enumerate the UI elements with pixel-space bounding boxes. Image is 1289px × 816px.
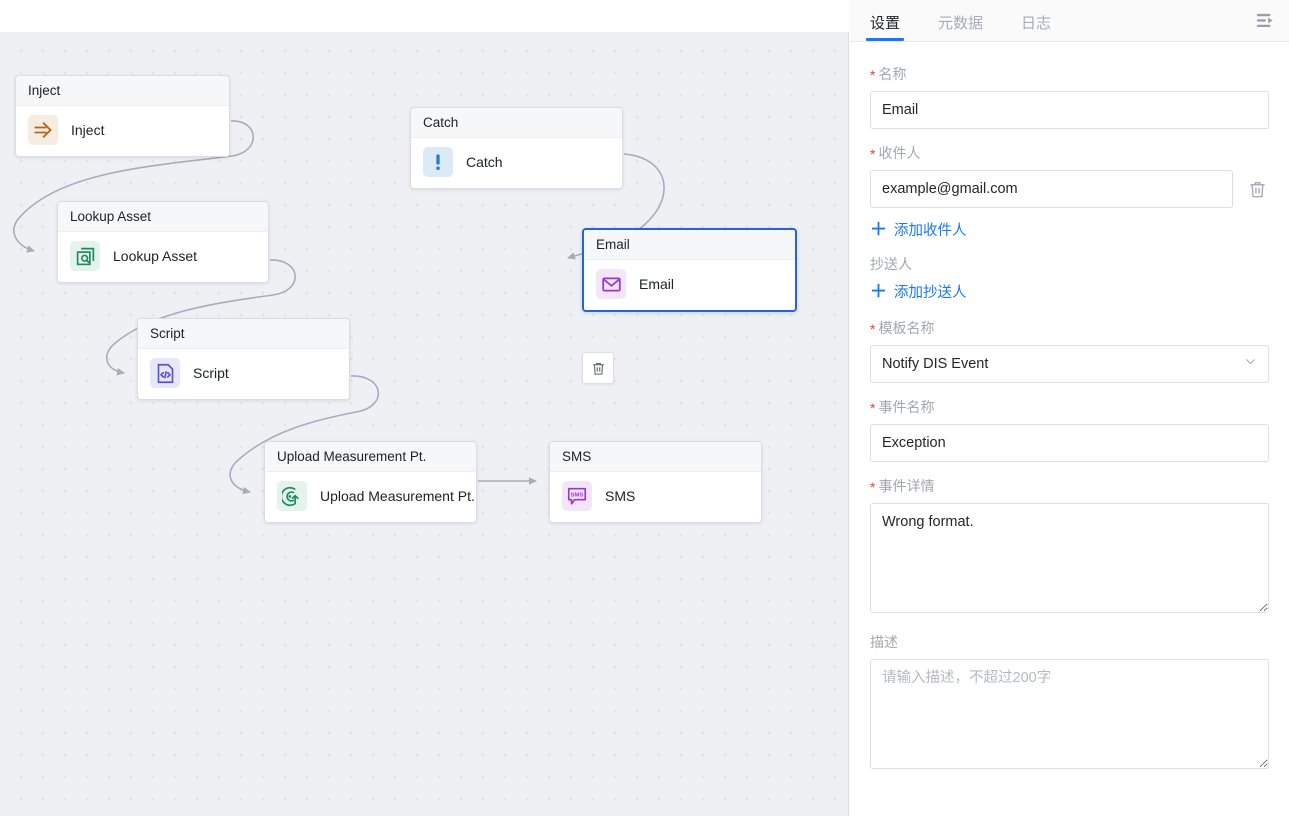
required-marker: * <box>870 401 875 415</box>
description-textarea[interactable] <box>870 659 1269 769</box>
svg-text:SMS: SMS <box>571 492 584 498</box>
label-text: 收件人 <box>878 143 920 163</box>
flow-node-email[interactable]: Email Email <box>582 228 797 312</box>
flow-node-label: Catch <box>466 154 503 170</box>
email-envelope-icon <box>596 269 626 299</box>
template-select-value[interactable] <box>870 345 1269 383</box>
flow-node-body: SMS SMS <box>550 472 761 522</box>
event-name-input[interactable] <box>870 424 1269 462</box>
upload-measurement-icon <box>277 481 307 511</box>
settings-panel: 设置 元数据 日志 * 名称 <box>850 0 1289 816</box>
add-recipient-button[interactable]: ＋ 添加收件人 <box>870 219 1269 240</box>
flow-node-title: Email <box>584 230 795 260</box>
label-text: 名称 <box>878 64 906 84</box>
required-marker: * <box>870 480 875 494</box>
event-detail-textarea[interactable]: Wrong format. <box>870 503 1269 613</box>
label-text: 模板名称 <box>878 318 934 338</box>
flow-node-title: Lookup Asset <box>58 202 268 232</box>
panel-collapse-icon[interactable] <box>1251 7 1279 35</box>
tab-logs[interactable]: 日志 <box>1013 16 1059 41</box>
sms-bubble-icon: SMS <box>562 481 592 511</box>
plus-icon: ＋ <box>870 283 887 300</box>
field-event-detail-label: * 事件详情 <box>870 476 1269 496</box>
delete-node-button[interactable] <box>582 352 614 384</box>
label-text: 描述 <box>870 632 898 652</box>
flow-node-title: Catch <box>411 108 622 138</box>
add-cc-label: 添加抄送人 <box>894 281 967 302</box>
flow-canvas[interactable]: Inject Inject Lookup Asset <box>0 32 849 816</box>
field-description: 描述 <box>870 632 1269 774</box>
field-template: * 模板名称 <box>870 318 1269 383</box>
field-recipients: * 收件人 ＋ 添加收件人 <box>870 143 1269 240</box>
required-marker: * <box>870 322 875 336</box>
field-cc: 抄送人 ＋ 添加抄送人 <box>870 254 1269 302</box>
flow-node-inject[interactable]: Inject Inject <box>15 75 230 157</box>
inject-arrow-icon <box>28 115 58 145</box>
add-cc-button[interactable]: ＋ 添加抄送人 <box>870 281 1269 302</box>
flow-node-label: Inject <box>71 122 104 138</box>
flow-node-body: Lookup Asset <box>58 232 268 282</box>
tab-metadata[interactable]: 元数据 <box>930 16 991 41</box>
flow-node-body: Script <box>138 349 349 399</box>
settings-form: * 名称 * 收件人 <box>850 42 1289 816</box>
tab-settings[interactable]: 设置 <box>862 16 908 41</box>
field-name-label: * 名称 <box>870 64 1269 84</box>
field-event-detail: * 事件详情 Wrong format. <box>870 476 1269 618</box>
field-description-label: 描述 <box>870 632 1269 652</box>
flow-node-sms[interactable]: SMS SMS SMS <box>549 441 762 523</box>
flow-node-label: Email <box>639 276 674 292</box>
field-template-label: * 模板名称 <box>870 318 1269 338</box>
field-event-name-label: * 事件名称 <box>870 397 1269 417</box>
flow-node-label: SMS <box>605 488 635 504</box>
flow-node-upload-measurement[interactable]: Upload Measurement Pt. Upload Measuremen… <box>264 441 477 523</box>
recipient-row <box>870 170 1269 208</box>
flow-node-catch[interactable]: Catch Catch <box>410 107 623 189</box>
add-recipient-label: 添加收件人 <box>894 219 967 240</box>
flow-node-script[interactable]: Script Script <box>137 318 350 400</box>
flow-node-title: Inject <box>16 76 229 106</box>
label-text: 抄送人 <box>870 254 912 274</box>
flow-node-label: Script <box>193 365 229 381</box>
flow-node-body: Inject <box>16 106 229 156</box>
flow-node-label: Lookup Asset <box>113 248 197 264</box>
flow-node-title: Upload Measurement Pt. <box>265 442 476 472</box>
workflow-editor: Inject Inject Lookup Asset <box>0 0 1289 816</box>
recipient-input[interactable] <box>870 170 1233 208</box>
flow-node-title: SMS <box>550 442 761 472</box>
flow-node-body: Email <box>584 260 795 310</box>
catch-exclamation-icon <box>423 147 453 177</box>
template-select[interactable] <box>870 345 1269 383</box>
required-marker: * <box>870 68 875 82</box>
flow-node-lookup-asset[interactable]: Lookup Asset Lookup Asset <box>57 201 269 283</box>
field-event-name: * 事件名称 <box>870 397 1269 462</box>
flow-node-body: Catch <box>411 138 622 188</box>
flow-canvas-area: Inject Inject Lookup Asset <box>0 0 850 816</box>
label-text: 事件详情 <box>878 476 934 496</box>
label-text: 事件名称 <box>878 397 934 417</box>
flow-node-label: Upload Measurement Pt. <box>320 488 475 504</box>
flow-node-body: Upload Measurement Pt. <box>265 472 476 522</box>
name-input[interactable] <box>870 91 1269 129</box>
script-code-icon <box>150 358 180 388</box>
lookup-asset-icon <box>70 241 100 271</box>
flow-node-title: Script <box>138 319 349 349</box>
panel-tab-bar: 设置 元数据 日志 <box>850 0 1289 42</box>
field-cc-label: 抄送人 <box>870 254 1269 274</box>
plus-icon: ＋ <box>870 221 887 238</box>
required-marker: * <box>870 147 875 161</box>
field-name: * 名称 <box>870 64 1269 129</box>
trash-icon[interactable] <box>1245 177 1269 201</box>
field-recipients-label: * 收件人 <box>870 143 1269 163</box>
